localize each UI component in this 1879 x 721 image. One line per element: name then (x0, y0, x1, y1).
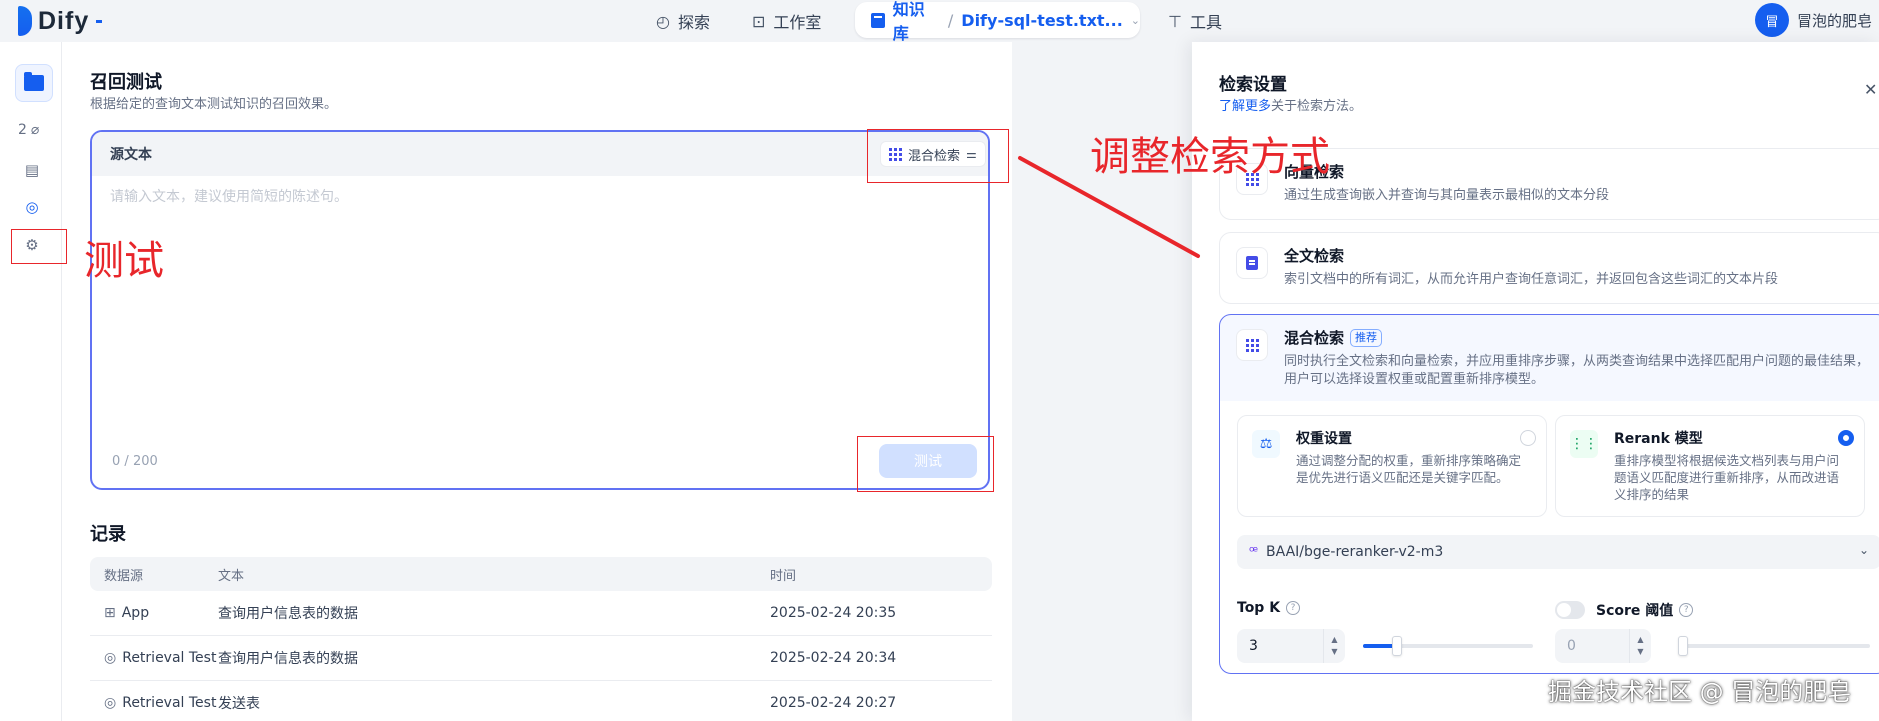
watermark: 掘金技术社区 @ 冒泡的肥皂 (1548, 678, 1852, 706)
annotation-arrow-line (1018, 156, 1200, 258)
annotation-arrow (1018, 156, 1200, 258)
